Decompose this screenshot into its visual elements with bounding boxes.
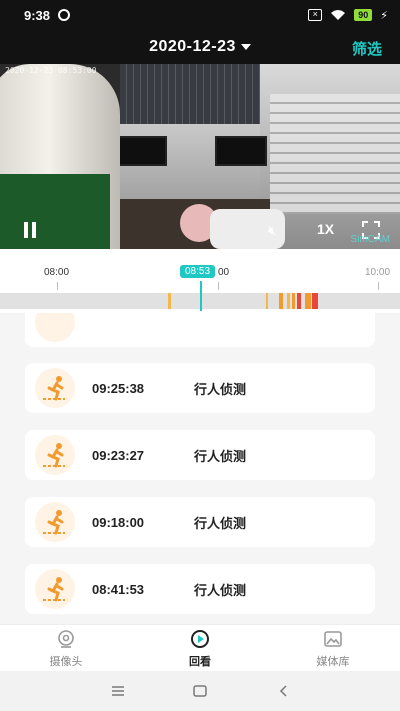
- timeline-label: 08:00: [44, 267, 70, 278]
- timeline-tick: [57, 282, 58, 290]
- pedestrian-icon: [43, 510, 65, 535]
- video-scene-monitor: [215, 136, 267, 166]
- date-selector[interactable]: 2020-12-23: [149, 38, 236, 56]
- wifi-icon: [331, 10, 346, 20]
- playback-icon: [191, 630, 209, 648]
- bottom-nav: 摄像头 回看 媒体库: [0, 624, 400, 671]
- event-marker: [168, 293, 171, 309]
- nav-label: 摄像头: [49, 656, 83, 668]
- list-item[interactable]: 09:25:38 行人侦测: [25, 363, 375, 413]
- timeline-current-time: 08:53: [180, 265, 216, 278]
- event-time: 08:41:53: [92, 581, 145, 597]
- back-icon[interactable]: [276, 683, 292, 699]
- event-marker: [287, 293, 290, 309]
- nav-label: 回看: [189, 656, 211, 668]
- event-time: 09:18:00: [92, 514, 145, 530]
- timeline-label: 10:00: [365, 267, 391, 278]
- nav-label: 媒体库: [316, 656, 350, 668]
- event-marker: [292, 293, 295, 309]
- pedestrian-icon: [43, 443, 65, 468]
- home-icon[interactable]: [192, 683, 208, 699]
- mute-button[interactable]: 🔇︎: [268, 222, 277, 239]
- pedestrian-icon: [35, 368, 75, 408]
- event-time: 09:23:27: [92, 447, 145, 463]
- nav-playback[interactable]: 回看: [165, 629, 235, 669]
- clock: 9:38: [24, 7, 51, 23]
- nav-gallery[interactable]: 媒体库: [298, 629, 368, 669]
- camera-icon: [58, 630, 74, 648]
- gallery-icon: [324, 631, 342, 647]
- event-type: 行人侦测: [194, 515, 247, 531]
- timeline-cursor[interactable]: [200, 281, 202, 311]
- timeline[interactable]: 08:00 00 10:00 08:53: [0, 249, 400, 313]
- pedestrian-icon: [35, 435, 75, 475]
- event-marker: [297, 293, 301, 309]
- event-time: 09:25:38: [92, 380, 145, 396]
- watermark-logo: SimCAM: [350, 234, 390, 245]
- event-list[interactable]: 09:25:38 行人侦测 09:23:27 行人侦测 09:18:00 行人侦…: [0, 313, 400, 624]
- no-sim-icon: ×: [308, 9, 323, 21]
- video-scene-blinds: [270, 94, 400, 214]
- pause-button[interactable]: [22, 222, 38, 238]
- system-nav-bar: [0, 671, 400, 711]
- recording-icon: [58, 9, 71, 21]
- timeline-label: 00: [218, 267, 230, 278]
- event-marker: [312, 293, 318, 309]
- title-bar: 2020-12-23 筛选: [0, 30, 400, 64]
- list-item[interactable]: 09:23:27 行人侦测: [25, 430, 375, 480]
- event-type: 行人侦测: [194, 582, 247, 598]
- event-type: 行人侦测: [194, 381, 247, 397]
- pedestrian-icon: [35, 569, 75, 609]
- menu-icon[interactable]: [110, 683, 126, 699]
- filter-button[interactable]: 筛选: [352, 38, 382, 59]
- timeline-tick: [378, 282, 379, 290]
- pause-icon: [24, 222, 28, 238]
- pedestrian-icon: [43, 577, 65, 602]
- charging-icon: ⚡: [380, 9, 388, 22]
- pedestrian-icon: [35, 502, 75, 542]
- video-scene-ceiling: [120, 64, 270, 124]
- video-scene-bottle: [0, 64, 120, 249]
- event-marker: [279, 293, 283, 309]
- timeline-tick: [218, 282, 219, 290]
- event-marker: [305, 293, 311, 309]
- battery-icon: 90: [354, 9, 373, 21]
- status-bar: 9:38 × 90 ⚡: [0, 0, 400, 30]
- status-icons: × 90 ⚡: [308, 9, 388, 22]
- list-item[interactable]: [25, 313, 375, 347]
- pedestrian-icon: [43, 376, 65, 401]
- nav-camera[interactable]: 摄像头: [31, 629, 101, 669]
- video-scene-monitor: [115, 136, 167, 166]
- video-player[interactable]: 2020-12-23 08:53:00 🔇︎ 1X SimCAM: [0, 64, 400, 249]
- chevron-down-icon[interactable]: [240, 44, 251, 50]
- video-scene-bottle-label: [0, 174, 110, 249]
- app-root: 9:38 × 90 ⚡ 2020-12-23 筛选 2020-12-23 08:…: [0, 0, 400, 711]
- list-item[interactable]: 09:18:00 行人侦测: [25, 497, 375, 547]
- pedestrian-icon: [35, 313, 75, 342]
- video-timestamp: 2020-12-23 08:53:00: [5, 66, 97, 75]
- list-item[interactable]: 08:41:53 行人侦测: [25, 564, 375, 614]
- event-marker: [266, 293, 268, 309]
- speed-button[interactable]: 1X: [317, 221, 334, 237]
- pause-icon: [32, 222, 36, 238]
- event-type: 行人侦测: [194, 448, 247, 464]
